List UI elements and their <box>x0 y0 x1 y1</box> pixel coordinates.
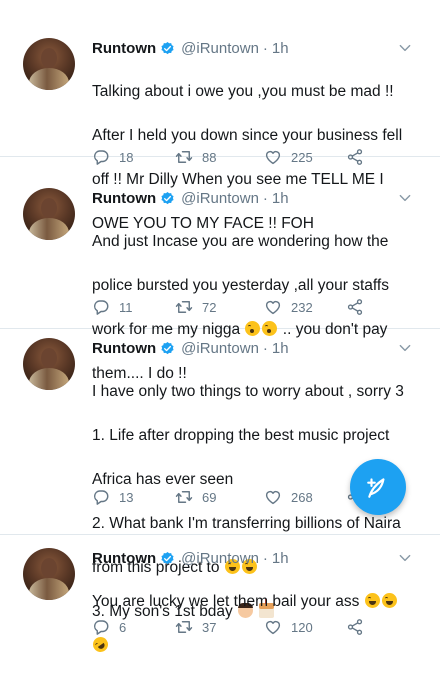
author-handle[interactable]: @iRuntown <box>181 550 259 567</box>
grinning-sweat-emoji-icon <box>364 593 380 608</box>
retweet-button[interactable]: 69 <box>175 488 216 506</box>
share-icon <box>346 298 364 316</box>
tweet-header: Runtown @iRuntown · 1h <box>92 187 289 209</box>
chevron-down-icon[interactable] <box>398 341 412 355</box>
like-count: 268 <box>291 489 313 505</box>
grinning-sweat-emoji-icon <box>381 593 397 608</box>
reply-count: 11 <box>119 299 133 315</box>
tweet-header: Runtown @iRuntown · 1h <box>92 337 289 359</box>
tweet-time: 1h <box>271 549 289 567</box>
reply-count: 13 <box>119 489 134 505</box>
tweet-line-with-emoji: You are lucky we let them bail your ass <box>92 591 428 613</box>
tweet-actions: 6 37 120 <box>92 618 392 640</box>
separator: · <box>262 549 268 567</box>
tweet[interactable]: Runtown @iRuntown · 1h Talking about i o… <box>0 0 440 232</box>
author-handle[interactable]: @iRuntown <box>181 340 259 357</box>
share-icon <box>346 618 364 636</box>
avatar[interactable] <box>23 188 75 240</box>
separator: · <box>262 39 268 57</box>
like-button[interactable]: 268 <box>264 488 313 506</box>
tweet[interactable]: Runtown @iRuntown · 1h And just Incase y… <box>0 157 440 382</box>
tweet-line: After I held you down since your busines… <box>92 127 403 144</box>
author-name[interactable]: Runtown <box>92 190 156 207</box>
share-button[interactable] <box>346 618 373 636</box>
tweet-line: 1. Life after dropping the best music pr… <box>92 427 390 444</box>
retweet-icon <box>175 618 193 636</box>
like-button[interactable]: 232 <box>264 298 313 316</box>
avatar[interactable] <box>23 548 75 600</box>
tweet-actions: 13 69 268 <box>92 488 392 510</box>
reply-button[interactable]: 6 <box>92 618 126 636</box>
like-count: 120 <box>291 619 313 635</box>
tweet-header: Runtown @iRuntown · 1h <box>92 547 289 569</box>
share-button[interactable] <box>346 298 373 316</box>
retweet-button[interactable]: 37 <box>175 618 216 636</box>
tweet-actions: 11 72 232 <box>92 298 392 320</box>
chevron-down-icon[interactable] <box>398 551 412 565</box>
reply-icon <box>92 618 110 636</box>
heart-icon <box>264 618 282 636</box>
author-name[interactable]: Runtown <box>92 40 156 57</box>
reply-button[interactable]: 13 <box>92 488 133 506</box>
verified-badge-icon <box>160 341 175 356</box>
author-name[interactable]: Runtown <box>92 550 156 567</box>
retweet-count: 72 <box>202 299 217 315</box>
chevron-down-icon[interactable] <box>398 191 412 205</box>
avatar[interactable] <box>23 38 75 90</box>
chevron-down-icon[interactable] <box>398 41 412 55</box>
retweet-count: 37 <box>202 619 217 635</box>
tweet-line: You are lucky we let them bail your ass <box>92 593 360 610</box>
retweet-button[interactable]: 72 <box>175 298 216 316</box>
reply-count: 6 <box>119 619 127 635</box>
retweet-count: 69 <box>202 489 217 505</box>
like-count: 232 <box>291 299 313 315</box>
like-button[interactable]: 120 <box>264 618 313 636</box>
reply-button[interactable]: 11 <box>92 298 133 316</box>
heart-icon <box>264 298 282 316</box>
verified-badge-icon <box>160 41 175 56</box>
compose-tweet-button[interactable] <box>350 459 406 515</box>
tweet-line: police bursted you yesterday ,all your s… <box>92 277 389 294</box>
tweet-time: 1h <box>271 39 289 57</box>
verified-badge-icon <box>160 551 175 566</box>
tweet-time: 1h <box>271 339 289 357</box>
tweet[interactable]: Runtown @iRuntown · 1h You are lucky we … <box>0 535 440 655</box>
reply-icon <box>92 488 110 506</box>
tweet-line: I have only two things to worry about , … <box>92 383 404 400</box>
tweet-line: Talking about i owe you ,you must be mad… <box>92 83 394 100</box>
tweet-line: And just Incase you are wondering how th… <box>92 233 389 250</box>
verified-badge-icon <box>160 191 175 206</box>
author-name[interactable]: Runtown <box>92 340 156 357</box>
tweet-line: 2. What bank I'm transferring billions o… <box>92 515 401 532</box>
avatar[interactable] <box>23 338 75 390</box>
author-handle[interactable]: @iRuntown <box>181 40 259 57</box>
reply-icon <box>92 298 110 316</box>
tweet-header: Runtown @iRuntown · 1h <box>92 37 289 59</box>
author-handle[interactable]: @iRuntown <box>181 190 259 207</box>
retweet-icon <box>175 298 193 316</box>
separator: · <box>262 339 268 357</box>
tweet-time: 1h <box>271 189 289 207</box>
retweet-icon <box>175 488 193 506</box>
heart-icon <box>264 488 282 506</box>
compose-tweet-icon <box>367 478 385 498</box>
separator: · <box>262 189 268 207</box>
